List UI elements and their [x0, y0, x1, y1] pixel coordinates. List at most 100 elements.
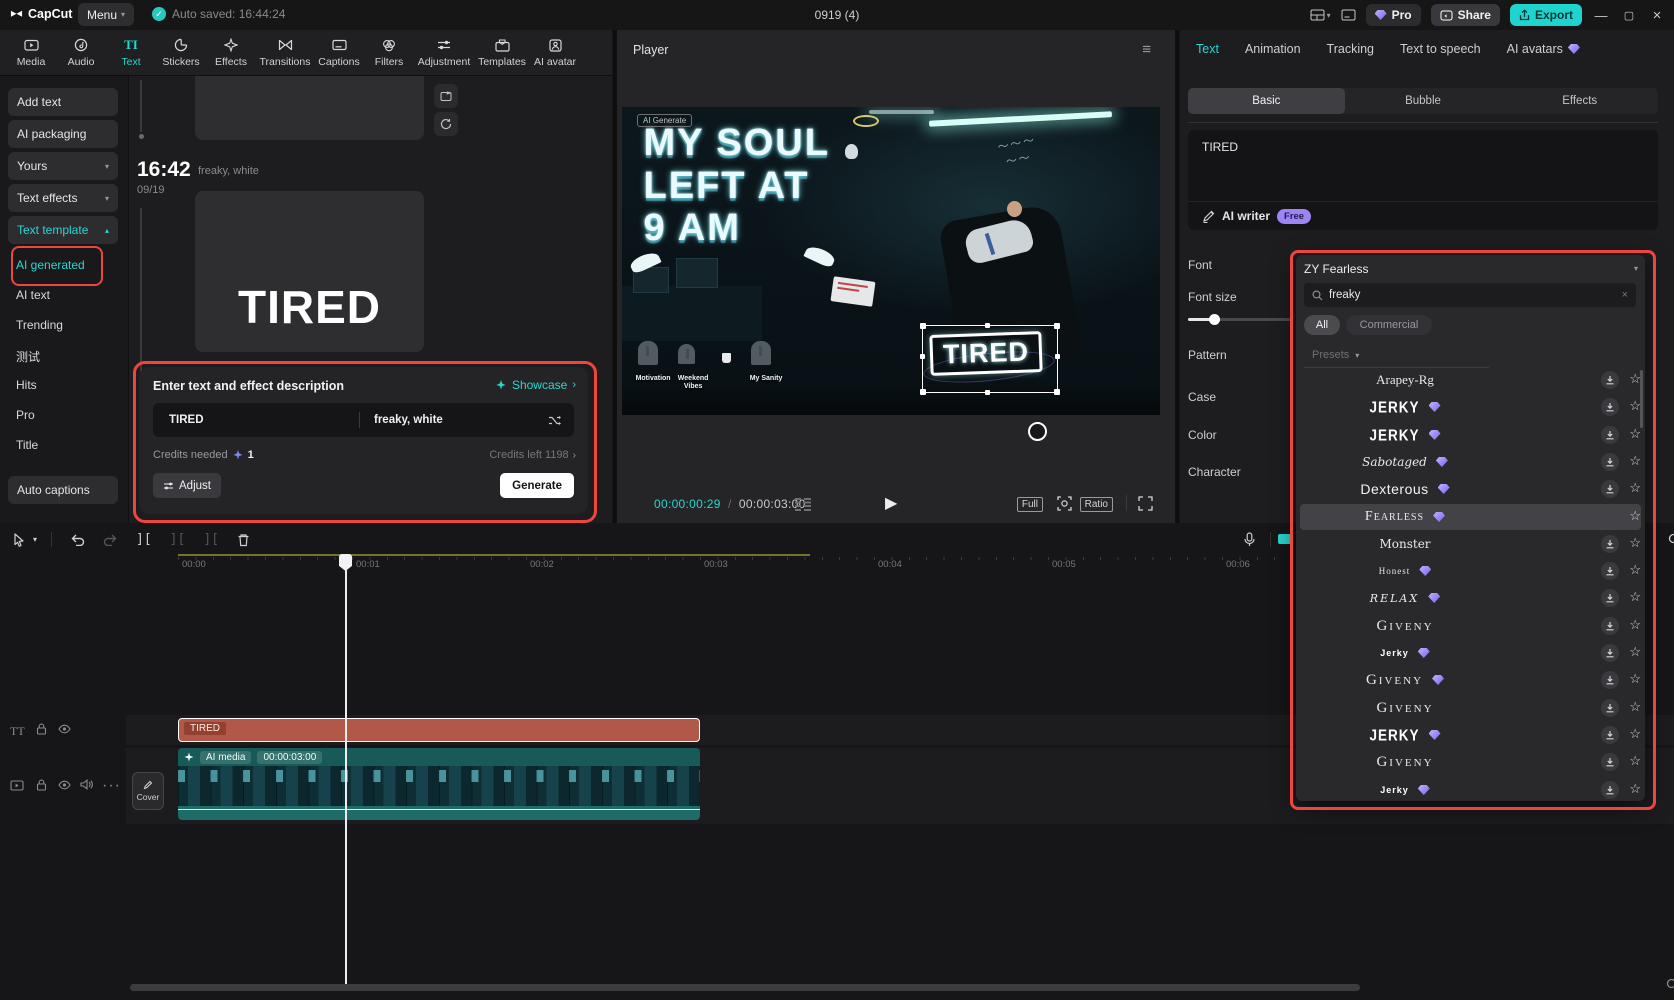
tool-adjustment[interactable]: Adjustment: [414, 37, 474, 68]
download-icon[interactable]: [1601, 426, 1619, 444]
close-button[interactable]: ×: [1648, 7, 1666, 24]
cover-button[interactable]: Cover: [132, 772, 164, 810]
download-icon[interactable]: [1601, 644, 1619, 662]
export-button[interactable]: Export: [1510, 4, 1582, 26]
font-row[interactable]: Giveny☆: [1300, 749, 1641, 775]
text-input-card[interactable]: TIRED AI writer Free: [1188, 130, 1658, 230]
sidebar-trending[interactable]: Trending: [16, 318, 63, 332]
timeline-scale-control[interactable]: [1278, 534, 1292, 544]
font-row-selected[interactable]: Fearless☆: [1300, 504, 1641, 530]
font-row[interactable]: Giveny☆: [1300, 667, 1641, 693]
selection-handle[interactable]: [985, 390, 990, 395]
subtab-bubble[interactable]: Bubble: [1345, 88, 1502, 114]
selection-handle[interactable]: [1054, 389, 1060, 395]
star-icon[interactable]: ☆: [1629, 671, 1641, 687]
sidebar-pro[interactable]: Pro: [16, 408, 35, 422]
font-select[interactable]: ZY Fearless▾: [1304, 258, 1638, 279]
microphone-icon[interactable]: [1244, 532, 1255, 547]
generate-button[interactable]: Generate: [500, 473, 574, 498]
star-icon[interactable]: ☆: [1629, 781, 1641, 797]
selection-handle[interactable]: [1055, 354, 1060, 359]
selection-handle[interactable]: [920, 354, 925, 359]
filter-commercial[interactable]: Commercial: [1346, 315, 1432, 335]
layout-toggle-icon[interactable]: ▾: [1310, 9, 1331, 21]
video-preview[interactable]: 〜〜〜 〜〜 MY SOUL LEFT AT 9 AM Motivation W…: [622, 107, 1160, 415]
selection-handle[interactable]: [985, 323, 990, 328]
prompt-effect-value[interactable]: freaky, white: [360, 414, 548, 426]
prompt-input-row[interactable]: TIRED freaky, white: [153, 403, 574, 437]
download-icon[interactable]: [1601, 535, 1619, 553]
font-search-input[interactable]: freaky ×: [1304, 283, 1636, 307]
full-button[interactable]: Full: [1017, 497, 1043, 512]
shuffle-icon[interactable]: [548, 415, 562, 426]
tab-text-to-speech[interactable]: Text to speech: [1400, 42, 1481, 56]
tool-filters[interactable]: Filters: [364, 37, 414, 68]
play-button[interactable]: ▶: [885, 493, 897, 513]
star-icon[interactable]: ☆: [1629, 453, 1641, 469]
tab-tracking[interactable]: Tracking: [1327, 42, 1374, 56]
select-tool-icon[interactable]: [12, 533, 25, 547]
download-icon[interactable]: [1601, 453, 1619, 471]
font-row[interactable]: Honest☆: [1300, 558, 1641, 584]
font-row[interactable]: Sabotaged☆: [1300, 449, 1641, 475]
star-icon[interactable]: ☆: [1629, 726, 1641, 742]
tool-transitions[interactable]: Transitions: [256, 37, 314, 68]
font-row[interactable]: JERKY☆: [1300, 422, 1641, 448]
speaker-icon[interactable]: [80, 779, 93, 790]
adjust-button[interactable]: Adjust: [153, 473, 221, 498]
download-icon[interactable]: [1601, 480, 1619, 498]
captions-layout-icon[interactable]: [1341, 9, 1356, 21]
frame-by-frame-icon[interactable]: [795, 498, 811, 511]
font-row[interactable]: Dexterous☆: [1300, 476, 1641, 502]
download-icon[interactable]: [1601, 589, 1619, 607]
font-row[interactable]: Jerky☆: [1300, 640, 1641, 666]
tool-effects[interactable]: Effects: [206, 37, 256, 68]
download-icon[interactable]: [1601, 671, 1619, 689]
font-row[interactable]: Giveny☆: [1300, 613, 1641, 639]
star-icon[interactable]: ☆: [1629, 753, 1641, 769]
prompt-text-value[interactable]: TIRED: [153, 414, 359, 426]
tool-captions[interactable]: Captions: [314, 37, 364, 68]
star-icon[interactable]: ☆: [1629, 508, 1641, 524]
lock-icon[interactable]: [36, 779, 47, 791]
ai-writer-row[interactable]: AI writer Free: [1188, 201, 1658, 230]
sidebar-yours[interactable]: Yours▾: [8, 152, 118, 180]
pro-button[interactable]: Pro: [1366, 4, 1421, 26]
font-row-partial[interactable]: Jerky☆: [1300, 777, 1641, 801]
subtab-basic[interactable]: Basic: [1188, 88, 1345, 114]
delete-icon[interactable]: [237, 533, 250, 547]
font-row[interactable]: JERKY☆: [1300, 394, 1641, 420]
clear-search-icon[interactable]: ×: [1622, 289, 1628, 301]
selection-handle[interactable]: [920, 389, 926, 395]
sidebar-text-effects[interactable]: Text effects▾: [8, 184, 118, 212]
star-icon[interactable]: ☆: [1629, 699, 1641, 715]
playhead-handle[interactable]: [339, 554, 352, 571]
lock-icon[interactable]: [36, 723, 47, 735]
ai-media-clip[interactable]: AI media 00:00:03:00: [178, 748, 700, 820]
download-icon[interactable]: [1601, 562, 1619, 580]
download-icon[interactable]: [1601, 781, 1619, 799]
sidebar-text-template[interactable]: Text template▴: [8, 216, 118, 244]
tired-text-overlay[interactable]: TIRED: [929, 331, 1042, 376]
tool-text[interactable]: TIText: [106, 37, 156, 68]
redo-icon[interactable]: [103, 533, 118, 546]
star-icon[interactable]: ☆: [1629, 480, 1641, 496]
font-row[interactable]: Arapey-Rg☆: [1300, 367, 1641, 393]
ratio-button[interactable]: Ratio: [1080, 497, 1113, 512]
tool-media[interactable]: Media: [6, 37, 56, 68]
sidebar-ai-text[interactable]: AI text: [16, 288, 50, 302]
selection-handle[interactable]: [920, 323, 926, 329]
tool-ai-avatar[interactable]: AI avatar: [530, 37, 580, 68]
font-size-slider[interactable]: [1188, 318, 1292, 321]
eye-icon[interactable]: [58, 724, 71, 734]
split-icon[interactable]: ][: [136, 532, 152, 547]
star-icon[interactable]: ☆: [1629, 589, 1641, 605]
showcase-link[interactable]: Showcase›: [495, 378, 576, 392]
download-icon[interactable]: [1601, 699, 1619, 717]
minimize-button[interactable]: —: [1592, 8, 1610, 23]
more-icon[interactable]: ···: [102, 777, 121, 795]
download-icon[interactable]: [1601, 371, 1619, 389]
sidebar-ai-generated[interactable]: AI generated: [16, 258, 85, 272]
fullscreen-icon[interactable]: [1138, 496, 1153, 511]
font-row[interactable]: RELAX☆: [1300, 585, 1641, 611]
